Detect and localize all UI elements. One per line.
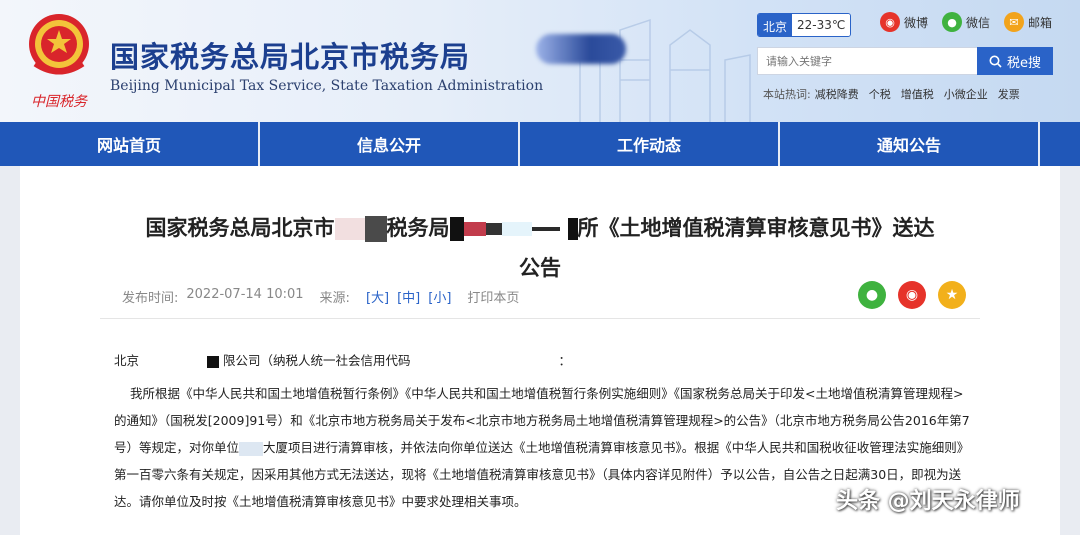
redaction: [463, 222, 486, 236]
hot-word-link[interactable]: 增值税: [901, 86, 934, 102]
watermark: 头条 @刘天永律师: [836, 489, 1020, 514]
mail-link[interactable]: ✉ 邮箱: [1004, 12, 1052, 32]
search-icon: [989, 55, 1002, 68]
search-button-label: 税e搜: [1007, 55, 1041, 71]
wechat-link[interactable]: ● 微信: [942, 12, 990, 32]
addressee-text: ：: [558, 353, 571, 368]
redaction: [531, 227, 560, 231]
weibo-label: 微博: [904, 15, 929, 30]
article-title: 国家税务总局北京市 税务局 所《土地增值税清算审核意见书》送达 公告: [20, 208, 1060, 288]
hot-word-link[interactable]: 发票: [998, 86, 1020, 102]
redaction: [239, 441, 264, 456]
title-text: 所《土地增值税清算审核意见书》送达: [577, 216, 935, 240]
font-size-small[interactable]: [小]: [428, 287, 451, 306]
site-title: 国家税务总局北京市税务局: [110, 40, 471, 74]
font-size-large[interactable]: [大]: [366, 287, 389, 306]
search-button[interactable]: 税e搜: [977, 47, 1053, 75]
font-size-medium[interactable]: [中]: [397, 287, 420, 306]
redaction: [449, 217, 464, 241]
redaction: [501, 222, 532, 236]
nav-announcements[interactable]: 通知公告: [780, 122, 1040, 166]
hot-words: 本站热词: 减税降费 个税 增值税 小微企业 发票: [763, 86, 1020, 102]
wechat-icon: ●: [942, 12, 962, 32]
title-text: 公告: [519, 256, 561, 280]
wechat-share-icon[interactable]: ●: [858, 281, 886, 309]
search-input[interactable]: [757, 47, 977, 75]
main-nav: 网站首页 信息公开 工作动态 通知公告: [0, 122, 1080, 166]
redacted-blur: [536, 34, 626, 64]
addressee-text: 限公司（纳税人统一社会信用代码: [222, 353, 411, 368]
weibo-link[interactable]: ◉ 微博: [880, 12, 928, 32]
weather-city: 北京: [758, 14, 793, 36]
print-link[interactable]: 打印本页: [467, 287, 519, 306]
title-text: 税务局: [386, 216, 450, 240]
redaction: [364, 216, 387, 242]
redaction: [485, 223, 502, 235]
mail-label: 邮箱: [1028, 15, 1053, 30]
title-text: 国家税务总局北京市: [145, 216, 335, 240]
divider: [100, 318, 980, 319]
article-meta: 发布时间: 2022-07-14 10:01 来源: [大] [中] [小] 打…: [122, 287, 527, 306]
nav-home[interactable]: 网站首页: [0, 122, 260, 166]
weibo-icon: ◉: [880, 12, 900, 32]
mail-icon: ✉: [1004, 12, 1024, 32]
site-subtitle: Beijing Municipal Tax Service, State Tax…: [110, 78, 544, 94]
tax-emblem-logo[interactable]: 中国税务: [20, 8, 98, 114]
svg-text:中国税务: 中国税务: [31, 94, 88, 110]
nav-work-news[interactable]: 工作动态: [520, 122, 780, 166]
redaction: [206, 355, 219, 368]
site-header: 中国税务 国家税务总局北京市税务局 Beijing Municipal Tax …: [0, 0, 1080, 122]
article-panel: 国家税务总局北京市 税务局 所《土地增值税清算审核意见书》送达 公告 发布时间: 2…: [20, 166, 1060, 535]
hot-words-label: 本站热词:: [763, 88, 811, 101]
publish-label: 发布时间:: [122, 291, 179, 306]
publish-time: 2022-07-14 10:01: [186, 287, 304, 302]
weibo-share-icon[interactable]: ◉: [898, 281, 926, 309]
favorite-star-icon[interactable]: ★: [938, 281, 966, 309]
hot-word-link[interactable]: 减税降费: [815, 86, 859, 102]
source-label: 来源:: [319, 291, 350, 306]
addressee-line: 北京 限公司（纳税人统一社会信用代码 ：: [114, 350, 571, 369]
addressee-text: 北京: [114, 353, 140, 368]
wechat-label: 微信: [966, 15, 991, 30]
hot-word-link[interactable]: 小微企业: [944, 86, 988, 102]
weather-temp: 22-33℃: [792, 14, 851, 36]
nav-info-disclosure[interactable]: 信息公开: [260, 122, 520, 166]
search-bar: 税e搜: [757, 47, 1053, 75]
redaction: [567, 218, 578, 240]
weather-widget: 北京 22-33℃: [757, 13, 852, 37]
hot-word-link[interactable]: 个税: [869, 86, 891, 102]
redaction: [334, 218, 365, 240]
city-skyline-graphic: [579, 18, 751, 122]
